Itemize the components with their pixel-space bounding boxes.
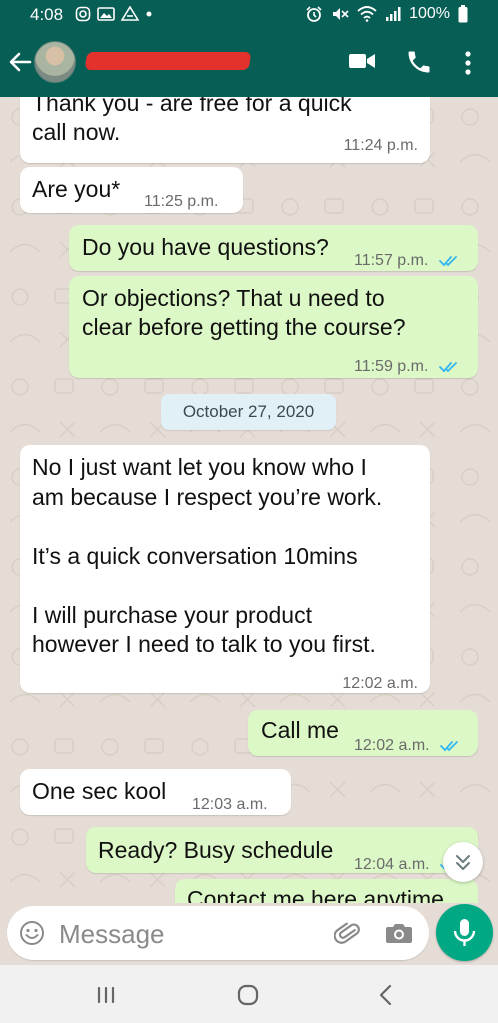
wifi-icon xyxy=(357,6,377,22)
header: 4:08 100% xyxy=(0,0,498,97)
message-bubble-outgoing[interactable]: Ready? Busy schedule 12:04 a.m. xyxy=(86,827,478,873)
voice-record-button[interactable] xyxy=(436,904,493,961)
system-nav-bar xyxy=(0,965,498,1023)
message-placeholder: Message xyxy=(59,919,165,949)
more-vert-icon[interactable] xyxy=(460,50,476,76)
double-check-icon xyxy=(438,255,457,267)
message-bubble-outgoing[interactable]: Contact me here anytime xyxy=(175,879,478,903)
message-bubble-outgoing[interactable]: Do you have questions? 11:57 p.m. xyxy=(69,225,478,271)
arrow-left-icon[interactable] xyxy=(6,48,34,76)
double-chevron-down-icon xyxy=(456,855,470,870)
message-bubble-outgoing[interactable]: Call me 12:02 a.m. xyxy=(248,710,478,756)
message-time: 12:02 a.m. xyxy=(342,675,418,692)
home-icon[interactable] xyxy=(235,982,261,1008)
message-time: 11:59 p.m. xyxy=(354,352,459,381)
battery-percent: 100% xyxy=(409,5,450,22)
message-input[interactable]: Message xyxy=(7,906,429,960)
message-time: 11:24 p.m. xyxy=(343,137,418,154)
chat-app-bar xyxy=(0,30,498,97)
message-text: Thank you - are free for a quick call no… xyxy=(32,97,352,145)
contact-name[interactable] xyxy=(84,52,252,70)
phone-icon[interactable] xyxy=(405,48,433,76)
signal-icon xyxy=(386,7,401,21)
message-text: Call me xyxy=(261,717,339,743)
mic-icon xyxy=(453,919,476,946)
scroll-to-bottom-button[interactable] xyxy=(443,842,483,882)
message-bubble-incoming[interactable]: No I just want let you know who I am bec… xyxy=(20,445,430,693)
double-check-icon xyxy=(440,740,458,752)
double-check-icon xyxy=(438,361,457,373)
message-time: 12:02 a.m. xyxy=(354,731,460,760)
drive-icon xyxy=(121,6,139,21)
message-text: Do you have questions? xyxy=(82,234,329,260)
alarm-icon xyxy=(306,6,322,22)
date-separator: October 27, 2020 xyxy=(161,394,336,430)
instagram-icon xyxy=(75,6,91,22)
mute-icon xyxy=(333,8,349,20)
message-text: Contact me here anytime xyxy=(187,886,444,903)
message-text: Ready? Busy schedule xyxy=(98,837,334,863)
camera-icon[interactable] xyxy=(385,921,413,945)
message-time: 11:57 p.m. xyxy=(354,246,459,275)
composer-bar: Message xyxy=(0,903,498,965)
system-status: 100% xyxy=(305,5,468,23)
back-nav-icon[interactable] xyxy=(376,983,396,1007)
dot-icon xyxy=(146,11,152,17)
message-time: 11:25 p.m. xyxy=(144,193,219,210)
message-time: 12:03 a.m. xyxy=(192,796,268,813)
message-bubble-incoming[interactable]: Are you* 11:25 p.m. xyxy=(20,167,243,213)
message-bubble-incoming[interactable]: Thank you - are free for a quick call no… xyxy=(20,97,430,163)
notification-icons xyxy=(75,6,153,22)
message-text: No I just want let you know who I am bec… xyxy=(32,454,383,657)
message-bubble-outgoing[interactable]: Or objections? That u need to clear befo… xyxy=(69,276,478,378)
message-text: Are you* xyxy=(32,176,121,202)
status-bar: 4:08 100% xyxy=(0,0,498,30)
avatar[interactable] xyxy=(34,41,76,83)
video-call-icon[interactable] xyxy=(348,50,376,72)
recents-icon[interactable] xyxy=(94,983,118,1007)
emoji-icon[interactable] xyxy=(19,920,45,946)
status-time: 4:08 xyxy=(30,5,64,24)
paperclip-icon[interactable] xyxy=(334,920,362,948)
gallery-icon xyxy=(97,7,115,21)
message-bubble-incoming[interactable]: One sec kool 12:03 a.m. xyxy=(20,769,291,815)
message-text: Or objections? That u need to clear befo… xyxy=(82,285,406,340)
message-text: One sec kool xyxy=(32,778,167,804)
battery-icon xyxy=(458,5,468,23)
message-list[interactable]: Thank you - are free for a quick call no… xyxy=(0,97,498,903)
